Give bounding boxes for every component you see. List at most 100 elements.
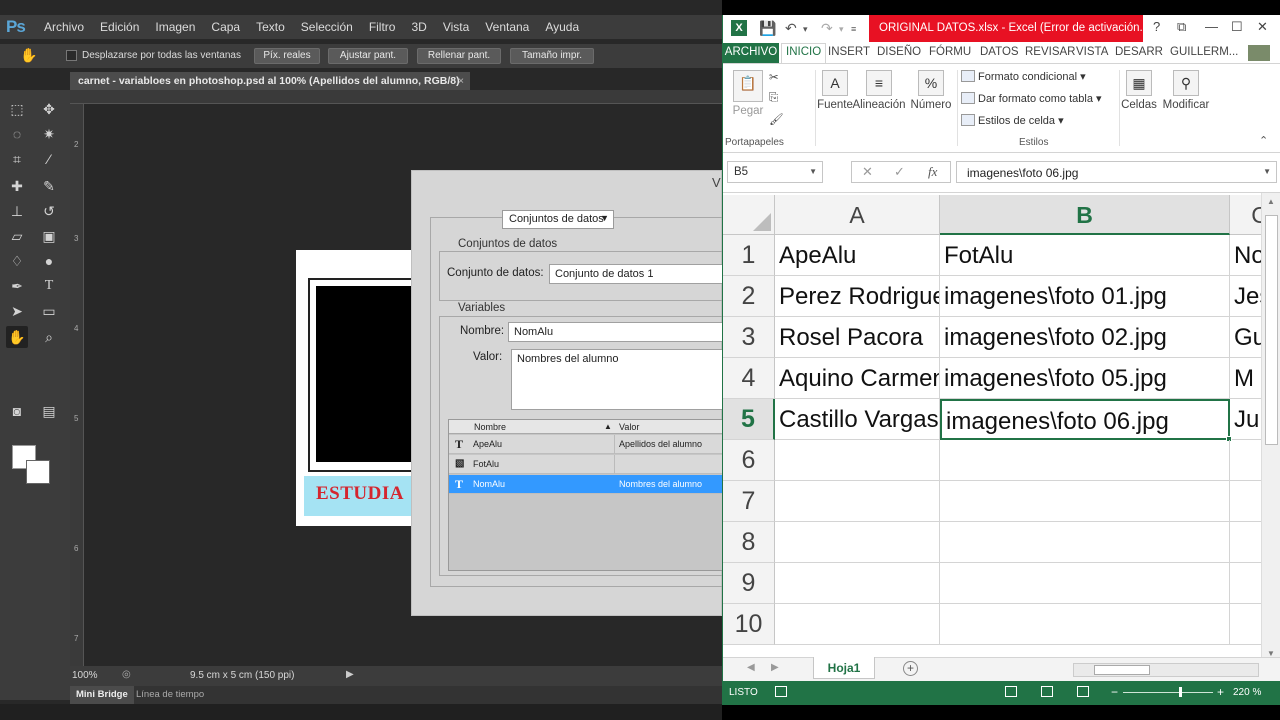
dataset-field[interactable]: Conjunto de datos 1 [549, 264, 723, 284]
row-header[interactable]: 5 [723, 399, 775, 440]
path-selection-icon[interactable]: ➤ [6, 300, 28, 322]
tab-datos[interactable]: DATOS [980, 43, 1019, 63]
cell-a4[interactable]: Aquino Carmen [775, 358, 940, 399]
vertical-scrollbar[interactable]: ▲ ▼ [1261, 193, 1280, 663]
background-color-swatch[interactable] [26, 460, 50, 484]
zoom-in-icon[interactable]: + [1217, 685, 1224, 699]
clone-stamp-icon[interactable]: ⊥ [6, 200, 28, 222]
cell-a8[interactable] [775, 522, 940, 563]
menu-ventana[interactable]: Ventana [485, 20, 529, 34]
tab-archivo[interactable]: ARCHIVO [723, 43, 779, 63]
variable-row-nomalu[interactable]: T NomAlu Nombres del alumno [449, 475, 724, 494]
cut-icon[interactable]: ✂ [769, 70, 779, 84]
cancel-icon[interactable]: ✕ [862, 164, 873, 180]
tab-timeline[interactable]: Línea de tiempo [136, 689, 204, 700]
macro-record-icon[interactable] [775, 686, 787, 697]
row-header[interactable]: 9 [723, 563, 775, 604]
fill-screen-button[interactable]: Rellenar pant. [417, 48, 501, 64]
cell-b4[interactable]: imagenes\foto 05.jpg [940, 358, 1230, 399]
move-tool-icon[interactable]: ✥ [38, 98, 60, 120]
zoom-out-icon[interactable]: − [1111, 685, 1118, 699]
crop-tool-icon[interactable]: ⌗ [6, 148, 28, 170]
screen-mode-icon[interactable]: ▤ [38, 400, 60, 422]
tab-diseno[interactable]: DISEÑO [877, 43, 921, 63]
enter-icon[interactable]: ✓ [894, 164, 905, 180]
row-header[interactable]: 2 [723, 276, 775, 317]
lasso-tool-icon[interactable]: ◌ [6, 123, 28, 145]
number-button[interactable]: % Número [909, 70, 953, 111]
column-header-value[interactable]: Valor [619, 422, 639, 432]
conditional-format-button[interactable]: Formato condicional ▾ [961, 70, 1086, 83]
account-name[interactable]: GUILLERM... [1170, 43, 1238, 63]
undo-icon[interactable]: ↶ [785, 20, 797, 37]
column-header-name[interactable]: Nombre [474, 422, 506, 432]
print-size-button[interactable]: Tamaño impr. [510, 48, 594, 64]
menu-edicion[interactable]: Edición [100, 20, 139, 34]
cell-a2[interactable]: Perez Rodriguez [775, 276, 940, 317]
zoom-percent[interactable]: 220 % [1233, 687, 1261, 698]
hand-tool-icon[interactable]: ✋ [20, 47, 37, 64]
cell-b7[interactable] [940, 481, 1230, 522]
tab-insert[interactable]: INSERT [828, 43, 870, 63]
cell-a1[interactable]: ApeAlu [775, 235, 940, 276]
page-layout-icon[interactable] [1041, 686, 1053, 697]
cell-b10[interactable] [940, 604, 1230, 645]
cell-b8[interactable] [940, 522, 1230, 563]
zoom-tool-icon[interactable]: ⌕ [38, 326, 60, 348]
mode-select[interactable]: Conjuntos de datos ▼ [502, 210, 614, 229]
variable-row-apealu[interactable]: T ApeAlu Apellidos del alumno [449, 435, 724, 454]
history-brush-icon[interactable]: ↺ [38, 200, 60, 222]
tab-desarrollador[interactable]: DESARR [1115, 43, 1163, 63]
page-break-icon[interactable] [1077, 686, 1089, 697]
id-card-canvas[interactable]: ESTUDIA [296, 250, 416, 526]
cell-b5-active[interactable]: imagenes\foto 06.jpg [940, 399, 1230, 440]
marquee-tool-icon[interactable]: ⬚ [6, 98, 28, 120]
blur-tool-icon[interactable]: ♢ [6, 250, 28, 272]
save-icon[interactable]: 💾 [759, 20, 776, 37]
shape-tool-icon[interactable]: ▭ [38, 300, 60, 322]
column-header-b[interactable]: B [940, 195, 1230, 235]
column-header-a[interactable]: A [775, 195, 940, 235]
pen-tool-icon[interactable]: ✒ [6, 275, 28, 297]
cell-b3[interactable]: imagenes\foto 02.jpg [940, 317, 1230, 358]
menu-3d[interactable]: 3D [411, 20, 426, 34]
cell-a5[interactable]: Castillo Vargas [775, 399, 940, 440]
copy-icon[interactable]: ⎘ [769, 92, 778, 105]
healing-brush-icon[interactable]: ✚ [6, 175, 28, 197]
cell-b1[interactable]: FotAlu [940, 235, 1230, 276]
menu-texto[interactable]: Texto [256, 20, 285, 34]
cell-b9[interactable] [940, 563, 1230, 604]
help-icon[interactable]: ? [1153, 19, 1160, 34]
zoom-slider-knob[interactable] [1179, 687, 1182, 697]
row-header[interactable]: 7 [723, 481, 775, 522]
row-header[interactable]: 8 [723, 522, 775, 563]
horizontal-scrollbar[interactable] [1073, 663, 1259, 677]
cell-a3[interactable]: Rosel Pacora [775, 317, 940, 358]
eraser-tool-icon[interactable]: ▱ [6, 225, 28, 247]
close-icon[interactable]: × [458, 75, 464, 87]
zoom-level[interactable]: 100% [72, 670, 98, 681]
sheet-next-icon[interactable]: ▶ [771, 662, 779, 673]
insert-function-icon[interactable]: fx [928, 164, 937, 180]
menu-ayuda[interactable]: Ayuda [545, 20, 579, 34]
tab-inicio[interactable]: INICIO [781, 43, 827, 63]
document-tab[interactable]: carnet - variabloes en photoshop.psd al … [70, 72, 470, 90]
redo-icon[interactable]: ↷ [821, 20, 833, 37]
scroll-thumb[interactable] [1265, 215, 1278, 445]
cell-a10[interactable] [775, 604, 940, 645]
customize-toolbar-icon[interactable]: ≡ [851, 24, 856, 34]
cell-a6[interactable] [775, 440, 940, 481]
tab-vista[interactable]: VISTA [1076, 43, 1108, 63]
actual-pixels-button[interactable]: Píx. reales [254, 48, 320, 64]
cell-b6[interactable] [940, 440, 1230, 481]
scroll-up-icon[interactable]: ▲ [1267, 197, 1275, 206]
row-header[interactable]: 4 [723, 358, 775, 399]
scroll-thumb[interactable] [1094, 665, 1150, 675]
sheet-prev-icon[interactable]: ◀ [747, 662, 755, 673]
cell-a9[interactable] [775, 563, 940, 604]
menu-filtro[interactable]: Filtro [369, 20, 396, 34]
fit-screen-button[interactable]: Ajustar pant. [328, 48, 408, 64]
close-icon[interactable]: ✕ [1257, 19, 1268, 35]
zoom-slider[interactable] [1123, 687, 1213, 697]
scroll-all-checkbox[interactable] [66, 50, 77, 61]
